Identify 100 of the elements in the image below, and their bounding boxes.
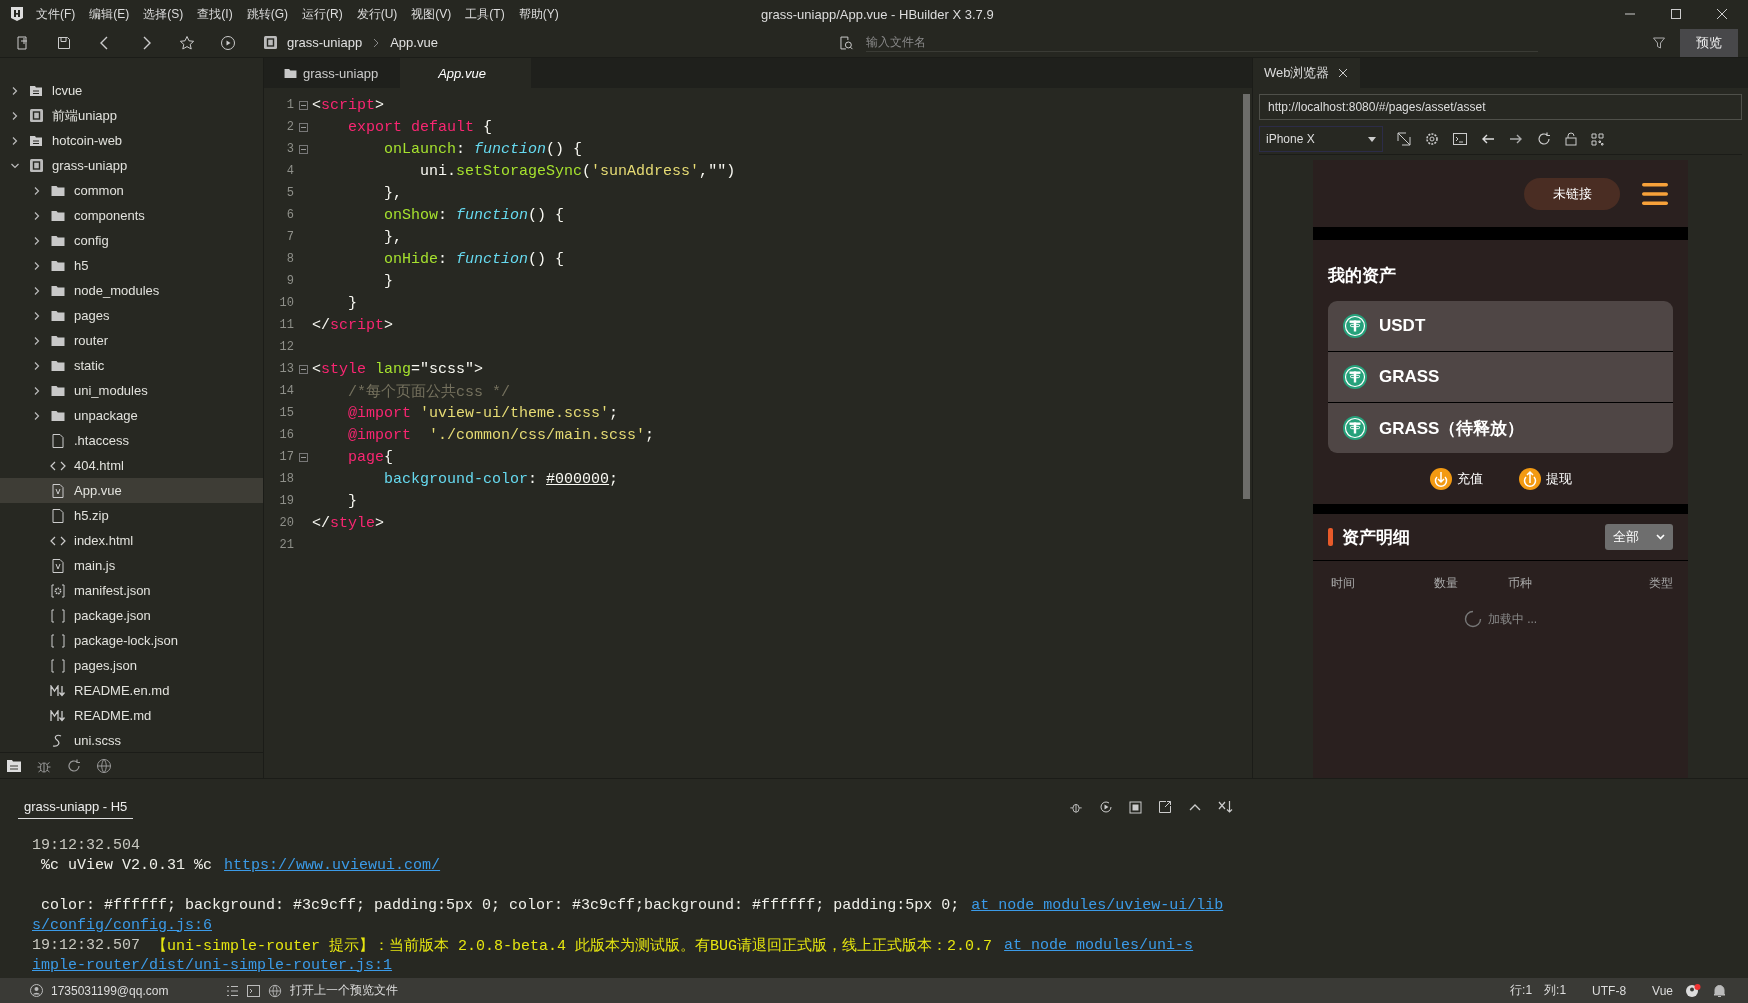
open-preview-link[interactable]: 打开上一个预览文件: [290, 982, 399, 999]
tree-item[interactable]: node_modules: [0, 278, 263, 303]
tree-item[interactable]: uni.scss: [0, 728, 263, 752]
tree-item[interactable]: 404.html: [0, 453, 263, 478]
console-link[interactable]: at node_modules/uview-ui/lib: [971, 896, 1224, 914]
file-search-field[interactable]: 输入文件名: [865, 33, 1538, 52]
encoding-label[interactable]: UTF-8: [1592, 983, 1627, 998]
editor-tab[interactable]: App.vue: [400, 58, 531, 88]
asset-item[interactable]: USDT: [1328, 301, 1673, 351]
tree-item[interactable]: components: [0, 203, 263, 228]
tree-item[interactable]: router: [0, 328, 263, 353]
fold-icon[interactable]: [298, 364, 308, 374]
console-link[interactable]: https://www.uviewui.com/: [224, 856, 441, 874]
feedback-icon[interactable]: [1685, 982, 1701, 999]
tree-item[interactable]: h5.zip: [0, 503, 263, 528]
user-icon[interactable]: [30, 984, 43, 997]
breadcrumb-item[interactable]: grass-uniapp: [287, 35, 363, 50]
list-icon[interactable]: [226, 984, 240, 997]
editor-tab[interactable]: grass-uniapp: [264, 58, 401, 88]
bell-icon[interactable]: [1713, 983, 1726, 998]
tree-item[interactable]: README.en.md: [0, 678, 263, 703]
run-icon[interactable]: [220, 34, 236, 51]
tree-item[interactable]: pages: [0, 303, 263, 328]
fold-icon[interactable]: [298, 452, 308, 462]
tree-item[interactable]: static: [0, 353, 263, 378]
settings-icon[interactable]: [1425, 132, 1439, 146]
terminal-icon[interactable]: [1453, 132, 1467, 146]
console-link[interactable]: imple-router/dist/uni-simple-router.js:1: [32, 956, 393, 974]
save-icon[interactable]: [56, 34, 72, 51]
tree-item[interactable]: config: [0, 228, 263, 253]
stop-icon[interactable]: [1129, 800, 1142, 814]
reload-icon[interactable]: [1537, 132, 1551, 146]
fold-icon[interactable]: [298, 144, 308, 154]
menu-item[interactable]: 发行(U): [356, 5, 398, 23]
fold-icon[interactable]: [298, 100, 308, 110]
asset-item[interactable]: GRASS: [1328, 351, 1673, 402]
menu-item[interactable]: 跳转(G): [246, 5, 288, 23]
menu-item[interactable]: 帮助(Y): [518, 5, 559, 23]
menu-item[interactable]: 文件(F): [36, 5, 76, 23]
breadcrumb-item[interactable]: App.vue: [390, 35, 438, 50]
menu-item[interactable]: 工具(T): [465, 5, 505, 23]
action-button[interactable]: 充值: [1429, 468, 1483, 490]
refresh-icon[interactable]: [66, 757, 82, 774]
filter-icon[interactable]: [1652, 35, 1666, 50]
console-link[interactable]: at node_modules/uni-s: [1004, 936, 1194, 954]
star-icon[interactable]: [179, 34, 195, 51]
globe-icon[interactable]: [268, 983, 283, 998]
lock-icon[interactable]: [1565, 132, 1577, 146]
tree-item[interactable]: manifest.json: [0, 578, 263, 603]
tree-item[interactable]: package-lock.json: [0, 628, 263, 653]
tree-item[interactable]: pages.json: [0, 653, 263, 678]
forward-arrow-icon[interactable]: [1509, 132, 1523, 146]
tree-item[interactable]: README.md: [0, 703, 263, 728]
terminal-icon[interactable]: [247, 984, 261, 997]
tree-item[interactable]: uni_modules: [0, 378, 263, 403]
console-link[interactable]: s/config/config.js:6: [32, 916, 213, 934]
url-field[interactable]: http://localhost:8080/#/pages/asset/asset: [1259, 94, 1742, 120]
tree-item[interactable]: hotcoin-web: [0, 128, 263, 153]
tree-item[interactable]: unpackage: [0, 403, 263, 428]
resize-icon[interactable]: [1397, 132, 1411, 146]
clear-icon[interactable]: [1218, 800, 1234, 814]
cursor-position[interactable]: 行:1: [1510, 982, 1533, 999]
tree-item[interactable]: h5: [0, 253, 263, 278]
maximize-icon[interactable]: [1670, 8, 1682, 20]
device-select[interactable]: iPhone X: [1259, 126, 1383, 152]
menu-item[interactable]: 选择(S): [143, 5, 184, 23]
globe-icon[interactable]: [96, 757, 112, 774]
tree-item[interactable]: main.js: [0, 553, 263, 578]
menu-icon[interactable]: [1642, 181, 1668, 206]
tree-item[interactable]: lcvue: [0, 78, 263, 103]
preview-button[interactable]: 预览: [1680, 28, 1738, 57]
close-icon[interactable]: [1337, 68, 1348, 78]
tree-item[interactable]: 前端uniapp: [0, 103, 263, 128]
menu-item[interactable]: 运行(R): [302, 5, 343, 23]
tree-item[interactable]: package.json: [0, 603, 263, 628]
cursor-position[interactable]: 列:1: [1544, 982, 1567, 999]
asset-item[interactable]: GRASS（待释放）: [1328, 402, 1673, 453]
close-icon[interactable]: [1716, 8, 1728, 20]
language-label[interactable]: Vue: [1652, 983, 1673, 998]
console-tab[interactable]: grass-uniapp - H5: [18, 795, 134, 819]
back-arrow-icon[interactable]: [1481, 132, 1495, 146]
action-button[interactable]: 提现: [1518, 468, 1572, 490]
menu-item[interactable]: 视图(V): [411, 5, 452, 23]
account-label[interactable]: 1735031199@qq.com: [51, 983, 169, 998]
tree-item[interactable]: App.vue: [0, 478, 263, 503]
tree-item[interactable]: index.html: [0, 528, 263, 553]
connect-button[interactable]: 未链接: [1524, 177, 1620, 210]
filter-dropdown[interactable]: 全部: [1605, 524, 1673, 550]
fold-icon[interactable]: [298, 122, 308, 132]
menu-item[interactable]: 查找(I): [197, 5, 233, 23]
replay-icon[interactable]: [1099, 800, 1113, 814]
qr-code-icon[interactable]: [1591, 132, 1604, 146]
menu-item[interactable]: 编辑(E): [89, 5, 130, 23]
export-icon[interactable]: [1158, 800, 1172, 814]
browser-tab[interactable]: Web浏览器: [1253, 58, 1360, 88]
tree-item[interactable]: .htaccess: [0, 428, 263, 453]
files-icon[interactable]: [6, 758, 22, 773]
tree-item[interactable]: grass-uniapp: [0, 153, 263, 178]
scrollbar[interactable]: [1243, 94, 1250, 499]
tree-item[interactable]: common: [0, 178, 263, 203]
